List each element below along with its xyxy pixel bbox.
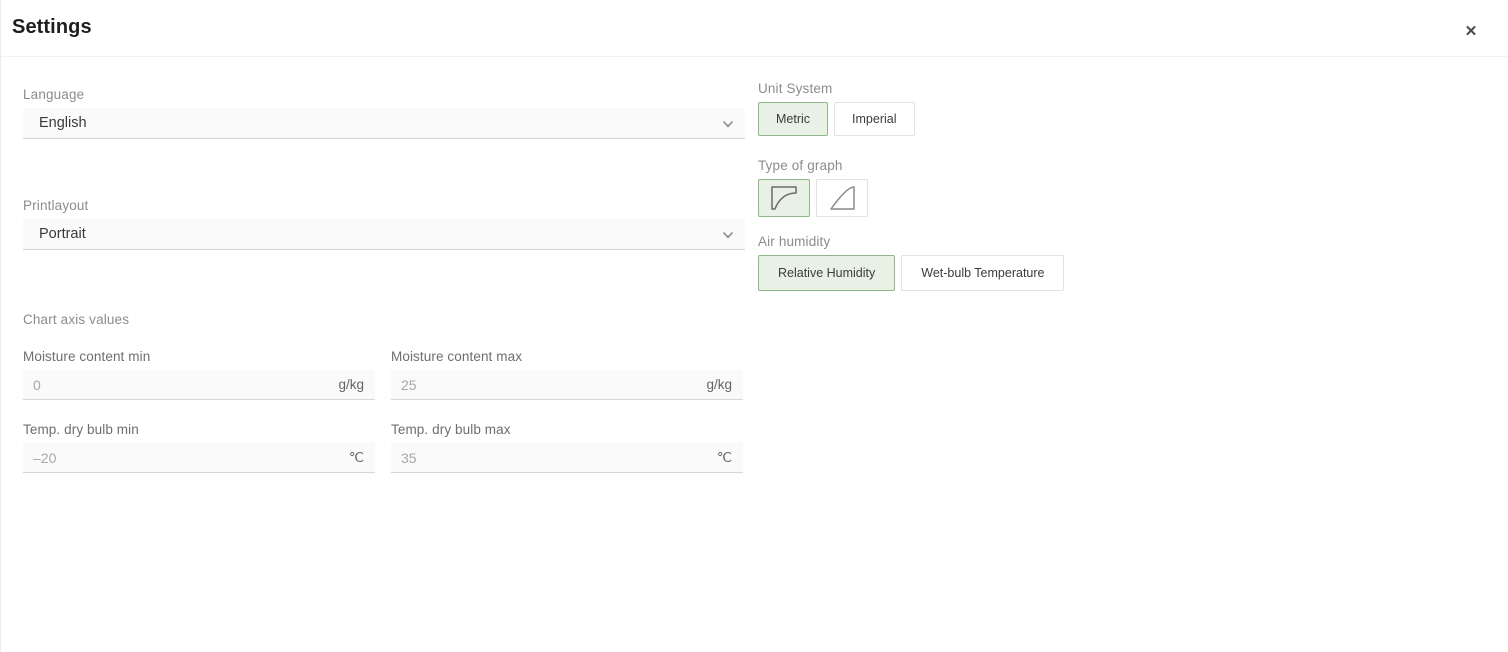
page-title: Settings [12, 16, 92, 39]
moisture-content-min-unit: g/kg [338, 370, 364, 400]
chart-axis-values-grid: Moisture content min 0 g/kg Moisture con… [23, 349, 763, 473]
unit-system-label: Unit System [758, 81, 915, 96]
type-of-graph-group: Type of graph [758, 158, 868, 217]
moisture-content-min-value: 0 [33, 370, 41, 400]
temp-dry-bulb-min-unit: ℃ [349, 443, 364, 473]
unit-system-group: Unit System Metric Imperial [758, 81, 915, 136]
air-humidity-group: Air humidity Relative Humidity Wet-bulb … [758, 234, 1064, 291]
chart-axis-values-title: Chart axis values [23, 312, 763, 327]
temp-dry-bulb-max-label: Temp. dry bulb max [391, 422, 743, 437]
chevron-down-icon [721, 117, 735, 131]
printlayout-select[interactable]: Portrait [23, 219, 745, 250]
type-of-graph-option-psychrometric[interactable] [816, 179, 868, 217]
type-of-graph-label: Type of graph [758, 158, 868, 173]
temp-dry-bulb-max-unit: ℃ [717, 443, 732, 473]
moisture-content-min-input[interactable]: 0 g/kg [23, 370, 375, 400]
printlayout-field: Printlayout Portrait [23, 198, 745, 250]
temp-dry-bulb-max-input[interactable]: 35 ℃ [391, 443, 743, 473]
moisture-content-max-input[interactable]: 25 g/kg [391, 370, 743, 400]
moisture-content-min-label: Moisture content min [23, 349, 375, 364]
unit-system-option-imperial[interactable]: Imperial [834, 102, 914, 136]
chevron-down-icon [721, 228, 735, 242]
air-humidity-option-wet-bulb-temperature[interactable]: Wet-bulb Temperature [901, 255, 1064, 291]
close-icon[interactable]: ✕ [1457, 18, 1485, 44]
moisture-content-min-field: Moisture content min 0 g/kg [23, 349, 375, 400]
mollier-chart-icon [769, 185, 799, 211]
dialog-body: Language English Printlayout Portrait [1, 57, 1508, 652]
unit-system-option-metric[interactable]: Metric [758, 102, 828, 136]
air-humidity-label: Air humidity [758, 234, 1064, 249]
chart-axis-values-section: Chart axis values Moisture content min 0… [23, 312, 763, 473]
temp-dry-bulb-max-value: 35 [401, 443, 417, 473]
language-select-value: English [39, 108, 87, 139]
printlayout-select-value: Portrait [39, 219, 86, 250]
moisture-content-max-field: Moisture content max 25 g/kg [391, 349, 743, 400]
dialog-header: Settings ✕ [1, 0, 1508, 57]
air-humidity-button-row: Relative Humidity Wet-bulb Temperature [758, 255, 1064, 291]
type-of-graph-option-mollier[interactable] [758, 179, 810, 217]
language-label: Language [23, 87, 745, 102]
moisture-content-max-value: 25 [401, 370, 417, 400]
temp-dry-bulb-max-field: Temp. dry bulb max 35 ℃ [391, 422, 743, 473]
printlayout-label: Printlayout [23, 198, 745, 213]
settings-dialog: Settings ✕ Language English Pri [0, 0, 1508, 652]
unit-system-button-row: Metric Imperial [758, 102, 915, 136]
temp-dry-bulb-min-input[interactable]: –20 ℃ [23, 443, 375, 473]
moisture-content-max-label: Moisture content max [391, 349, 743, 364]
type-of-graph-button-row [758, 179, 868, 217]
temp-dry-bulb-min-field: Temp. dry bulb min –20 ℃ [23, 422, 375, 473]
language-select[interactable]: English [23, 108, 745, 139]
temp-dry-bulb-min-label: Temp. dry bulb min [23, 422, 375, 437]
air-humidity-option-relative-humidity[interactable]: Relative Humidity [758, 255, 895, 291]
temp-dry-bulb-min-value: –20 [33, 443, 56, 473]
moisture-content-max-unit: g/kg [706, 370, 732, 400]
psychrometric-chart-icon [827, 185, 857, 211]
language-field: Language English [23, 87, 745, 139]
